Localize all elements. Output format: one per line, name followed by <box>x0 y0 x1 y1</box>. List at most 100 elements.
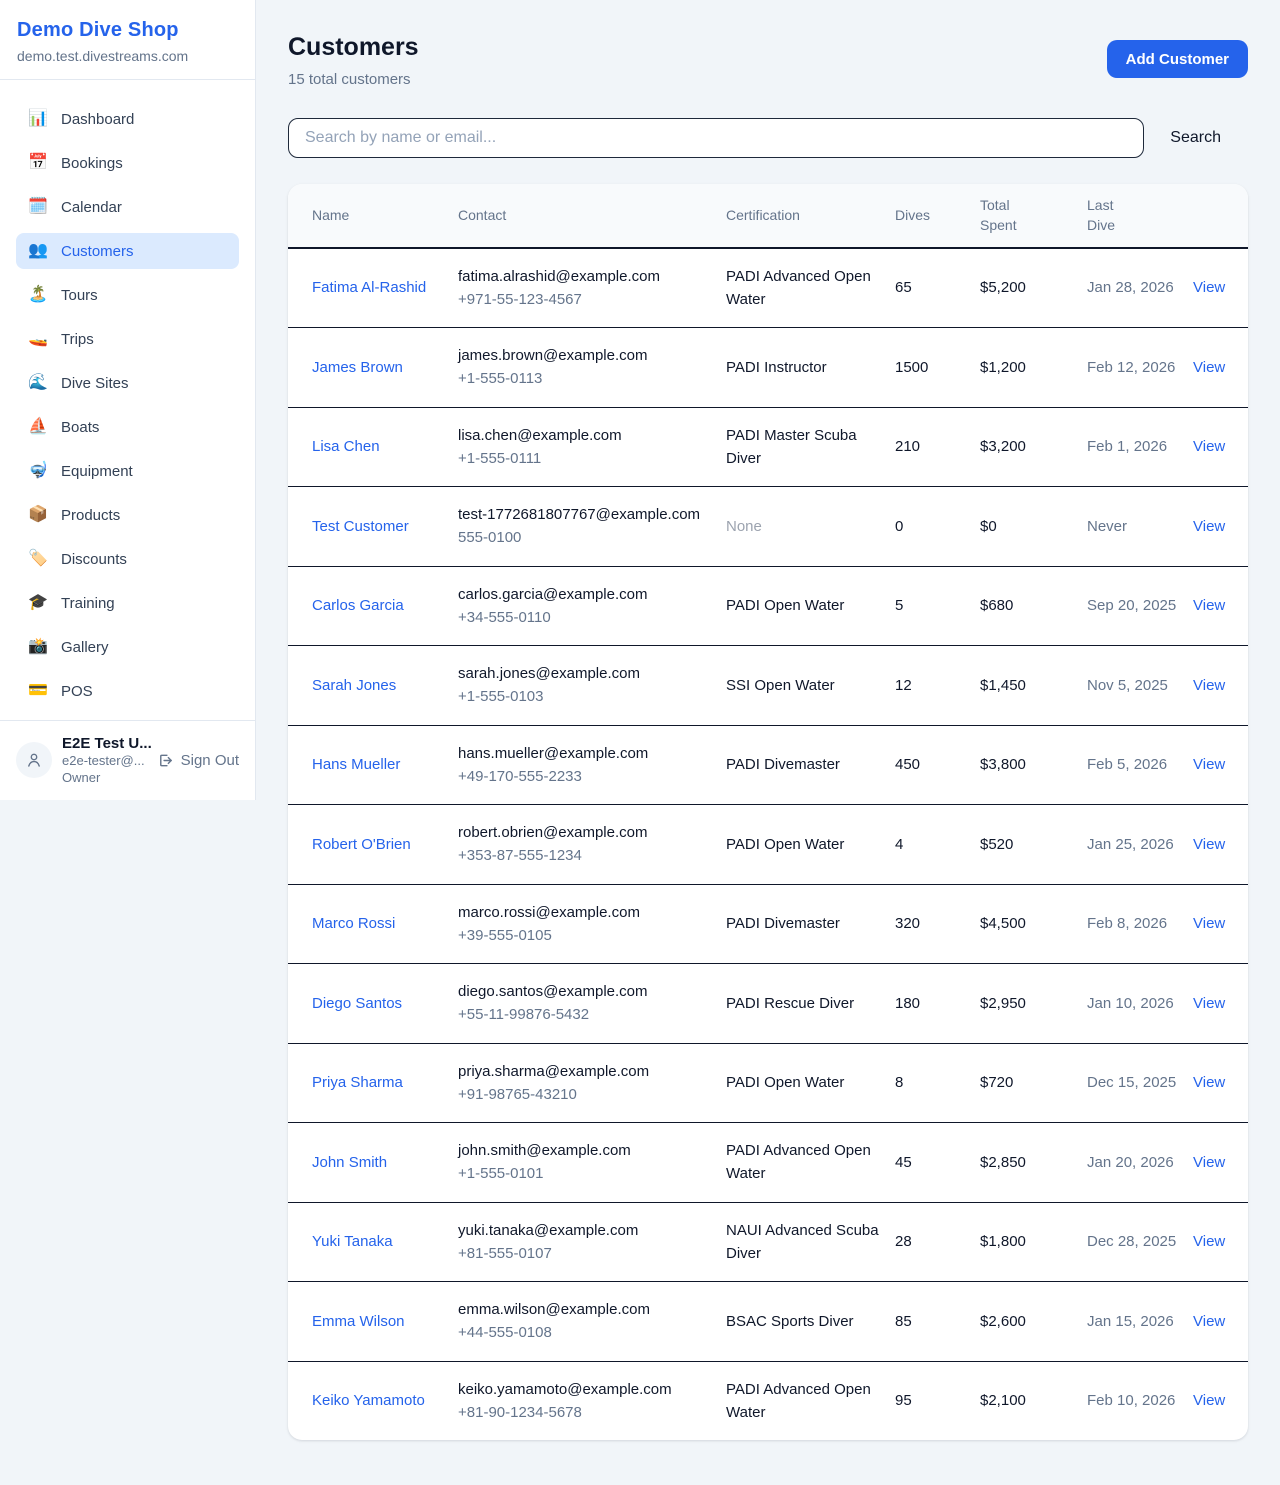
customer-dives: 28 <box>895 1202 980 1282</box>
customer-name-link[interactable]: Test Customer <box>312 518 409 535</box>
training-icon: 🎓 <box>28 595 48 611</box>
view-customer-link[interactable]: View <box>1193 1233 1225 1250</box>
sidebar-item-dive-sites[interactable]: 🌊Dive Sites <box>16 365 239 401</box>
customer-total-spent: $1,450 <box>980 646 1087 726</box>
products-icon: 📦 <box>28 507 48 523</box>
sidebar-item-gallery[interactable]: 📸Gallery <box>16 629 239 665</box>
table-row: Emma Wilsonemma.wilson@example.com+44-55… <box>288 1282 1248 1362</box>
customer-name-link[interactable]: Lisa Chen <box>312 438 380 455</box>
customer-name-link[interactable]: Keiko Yamamoto <box>312 1392 425 1409</box>
customer-certification: PADI Rescue Diver <box>726 995 854 1012</box>
sidebar-item-label: Products <box>61 507 120 524</box>
customer-dives: 320 <box>895 884 980 964</box>
customer-total-spent: $720 <box>980 1043 1087 1123</box>
view-customer-link[interactable]: View <box>1193 915 1225 932</box>
sidebar-item-bookings[interactable]: 📅Bookings <box>16 145 239 181</box>
sign-out-button[interactable]: Sign Out <box>157 752 239 769</box>
sidebar-item-equipment[interactable]: 🤿Equipment <box>16 453 239 489</box>
customer-name-link[interactable]: Fatima Al-Rashid <box>312 279 426 296</box>
customer-name-link[interactable]: Emma Wilson <box>312 1313 405 1330</box>
sidebar-item-tours[interactable]: 🏝️Tours <box>16 277 239 313</box>
search-row: Search <box>288 118 1248 158</box>
add-customer-button[interactable]: Add Customer <box>1107 40 1248 78</box>
sidebar-item-trips[interactable]: 🚤Trips <box>16 321 239 357</box>
customer-email: lisa.chen@example.com <box>458 424 710 447</box>
equipment-icon: 🤿 <box>28 463 48 479</box>
customer-phone: +39-555-0105 <box>458 924 710 947</box>
customer-phone: +49-170-555-2233 <box>458 765 710 788</box>
customer-last-dive: Feb 12, 2026 <box>1087 359 1175 376</box>
shop-name-link[interactable]: Demo Dive Shop <box>17 19 238 42</box>
sidebar-item-customers[interactable]: 👥Customers <box>16 233 239 269</box>
customer-certification: PADI Advanced Open Water <box>726 268 871 308</box>
sign-out-label: Sign Out <box>181 752 239 769</box>
user-meta: E2E Test U... e2e-tester@... Owner <box>62 734 147 787</box>
customer-last-dive: Nov 5, 2025 <box>1087 677 1168 694</box>
view-customer-link[interactable]: View <box>1193 1392 1225 1409</box>
view-customer-link[interactable]: View <box>1193 677 1225 694</box>
sidebar-item-calendar[interactable]: 🗓️Calendar <box>16 189 239 225</box>
view-customer-link[interactable]: View <box>1193 1313 1225 1330</box>
view-customer-link[interactable]: View <box>1193 359 1225 376</box>
sidebar-item-label: Boats <box>61 419 99 436</box>
customer-name-link[interactable]: Yuki Tanaka <box>312 1233 393 1250</box>
view-customer-link[interactable]: View <box>1193 597 1225 614</box>
sidebar-item-label: Bookings <box>61 155 123 172</box>
column-header-contact: Contact <box>458 184 726 248</box>
customer-name-link[interactable]: Priya Sharma <box>312 1074 403 1091</box>
column-header-certification: Certification <box>726 184 895 248</box>
customer-certification: PADI Advanced Open Water <box>726 1381 871 1421</box>
view-customer-link[interactable]: View <box>1193 1074 1225 1091</box>
customer-email: sarah.jones@example.com <box>458 662 710 685</box>
view-customer-link[interactable]: View <box>1193 756 1225 773</box>
customer-name-link[interactable]: John Smith <box>312 1154 387 1171</box>
customer-certification: BSAC Sports Diver <box>726 1313 854 1330</box>
customer-phone: +34-555-0110 <box>458 606 710 629</box>
customer-total-spent: $3,800 <box>980 725 1087 805</box>
search-button[interactable]: Search <box>1144 129 1248 147</box>
sidebar-item-products[interactable]: 📦 Products <box>16 497 239 533</box>
view-customer-link[interactable]: View <box>1193 836 1225 853</box>
view-customer-link[interactable]: View <box>1193 279 1225 296</box>
customer-phone: +81-90-1234-5678 <box>458 1401 710 1424</box>
customer-certification: PADI Divemaster <box>726 756 840 773</box>
customer-dives: 8 <box>895 1043 980 1123</box>
view-customer-link[interactable]: View <box>1193 995 1225 1012</box>
customer-certification: PADI Instructor <box>726 359 827 376</box>
customer-phone: +91-98765-43210 <box>458 1083 710 1106</box>
customer-email: carlos.garcia@example.com <box>458 583 710 606</box>
customer-phone: +81-555-0107 <box>458 1242 710 1265</box>
sidebar-item-pos[interactable]: 💳POS <box>16 673 239 709</box>
view-customer-link[interactable]: View <box>1193 1154 1225 1171</box>
sidebar-item-training[interactable]: 🎓Training <box>16 585 239 621</box>
customer-last-dive: Dec 15, 2025 <box>1087 1074 1176 1091</box>
customer-name-link[interactable]: Sarah Jones <box>312 677 396 694</box>
table-row: Robert O'Brienrobert.obrien@example.com+… <box>288 805 1248 885</box>
customer-name-link[interactable]: Diego Santos <box>312 995 402 1012</box>
customer-total-spent: $2,850 <box>980 1123 1087 1203</box>
sidebar-item-boats[interactable]: ⛵ Boats <box>16 409 239 445</box>
search-input[interactable] <box>288 118 1144 158</box>
customer-email: robert.obrien@example.com <box>458 821 710 844</box>
table-row: Diego Santosdiego.santos@example.com+55-… <box>288 964 1248 1044</box>
customer-table-body: Fatima Al-Rashidfatima.alrashid@example.… <box>288 248 1248 1441</box>
customer-last-dive: Jan 25, 2026 <box>1087 836 1174 853</box>
avatar <box>16 742 52 778</box>
customer-name-link[interactable]: Robert O'Brien <box>312 836 411 853</box>
trips-icon: 🚤 <box>28 331 48 347</box>
customer-certification: NAUI Advanced Scuba Diver <box>726 1222 879 1262</box>
view-customer-link[interactable]: View <box>1193 518 1225 535</box>
sidebar-item-discounts[interactable]: 🏷️Discounts <box>16 541 239 577</box>
view-customer-link[interactable]: View <box>1193 438 1225 455</box>
customer-name-link[interactable]: Marco Rossi <box>312 915 395 932</box>
table-row: Marco Rossimarco.rossi@example.com+39-55… <box>288 884 1248 964</box>
customer-dives: 65 <box>895 248 980 328</box>
boats-icon: ⛵ <box>28 419 48 435</box>
brand-block: Demo Dive Shop demo.test.divestreams.com <box>0 0 255 80</box>
customer-name-link[interactable]: Hans Mueller <box>312 756 400 773</box>
customer-name-link[interactable]: James Brown <box>312 359 403 376</box>
customer-email: yuki.tanaka@example.com <box>458 1219 710 1242</box>
user-email: e2e-tester@... <box>62 753 147 770</box>
customer-name-link[interactable]: Carlos Garcia <box>312 597 404 614</box>
sidebar-item-dashboard[interactable]: 📊Dashboard <box>16 101 239 137</box>
